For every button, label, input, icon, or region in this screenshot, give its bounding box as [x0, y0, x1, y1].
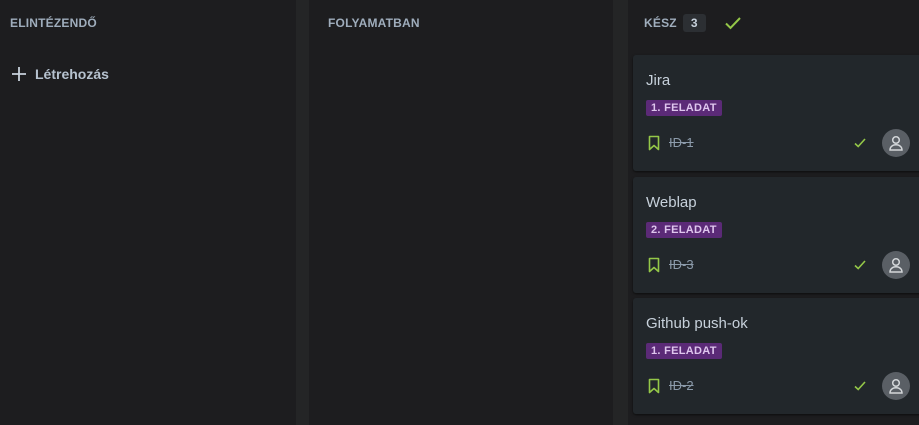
- issue-title: Github push-ok: [646, 315, 748, 332]
- issue-key-link[interactable]: ID-1: [669, 135, 694, 150]
- epic-badge[interactable]: 1. FELADAT: [646, 100, 722, 116]
- column-gap: [613, 0, 628, 425]
- column-done: KÉSZ 3 Jira 1. FELADAT ID-1 Weblap 2. FE…: [628, 0, 919, 425]
- avatar-icon[interactable]: [882, 251, 910, 279]
- issue-title: Jira: [646, 72, 671, 89]
- avatar-icon[interactable]: [882, 129, 910, 157]
- column-header-todo: ELINTÉZENDŐ: [0, 0, 296, 45]
- check-icon: [724, 16, 741, 29]
- issue-key-link[interactable]: ID-2: [669, 378, 694, 393]
- bookmark-icon: [648, 257, 660, 273]
- check-icon: [854, 381, 866, 391]
- column-in-progress: FOLYAMATBAN: [309, 0, 613, 425]
- column-title: ELINTÉZENDŐ: [10, 15, 97, 30]
- check-icon: [854, 260, 866, 270]
- person-icon: [889, 135, 903, 151]
- column-todo: ELINTÉZENDŐ Létrehozás: [0, 0, 296, 425]
- issue-title: Weblap: [646, 194, 697, 211]
- issue-card[interactable]: Weblap 2. FELADAT ID-3: [633, 177, 919, 293]
- column-title: KÉSZ: [644, 15, 677, 30]
- create-issue-button[interactable]: Létrehozás: [11, 66, 109, 82]
- epic-badge[interactable]: 2. FELADAT: [646, 222, 722, 238]
- check-icon: [854, 138, 866, 148]
- bookmark-icon: [648, 378, 660, 394]
- issue-key-link[interactable]: ID-3: [669, 257, 694, 272]
- bookmark-icon: [648, 135, 660, 151]
- plus-icon: [12, 67, 26, 81]
- column-title: FOLYAMATBAN: [328, 15, 420, 30]
- avatar-icon[interactable]: [882, 372, 910, 400]
- person-icon: [889, 257, 903, 273]
- column-header-done: KÉSZ 3: [628, 0, 919, 45]
- issue-count-badge: 3: [682, 13, 706, 32]
- person-icon: [889, 378, 903, 394]
- create-issue-label: Létrehozás: [35, 66, 109, 82]
- column-header-in-progress: FOLYAMATBAN: [309, 0, 613, 45]
- epic-badge[interactable]: 1. FELADAT: [646, 343, 722, 359]
- issue-card[interactable]: Github push-ok 1. FELADAT ID-2: [633, 298, 919, 414]
- column-gap: [296, 0, 309, 425]
- issue-card[interactable]: Jira 1. FELADAT ID-1: [633, 55, 919, 171]
